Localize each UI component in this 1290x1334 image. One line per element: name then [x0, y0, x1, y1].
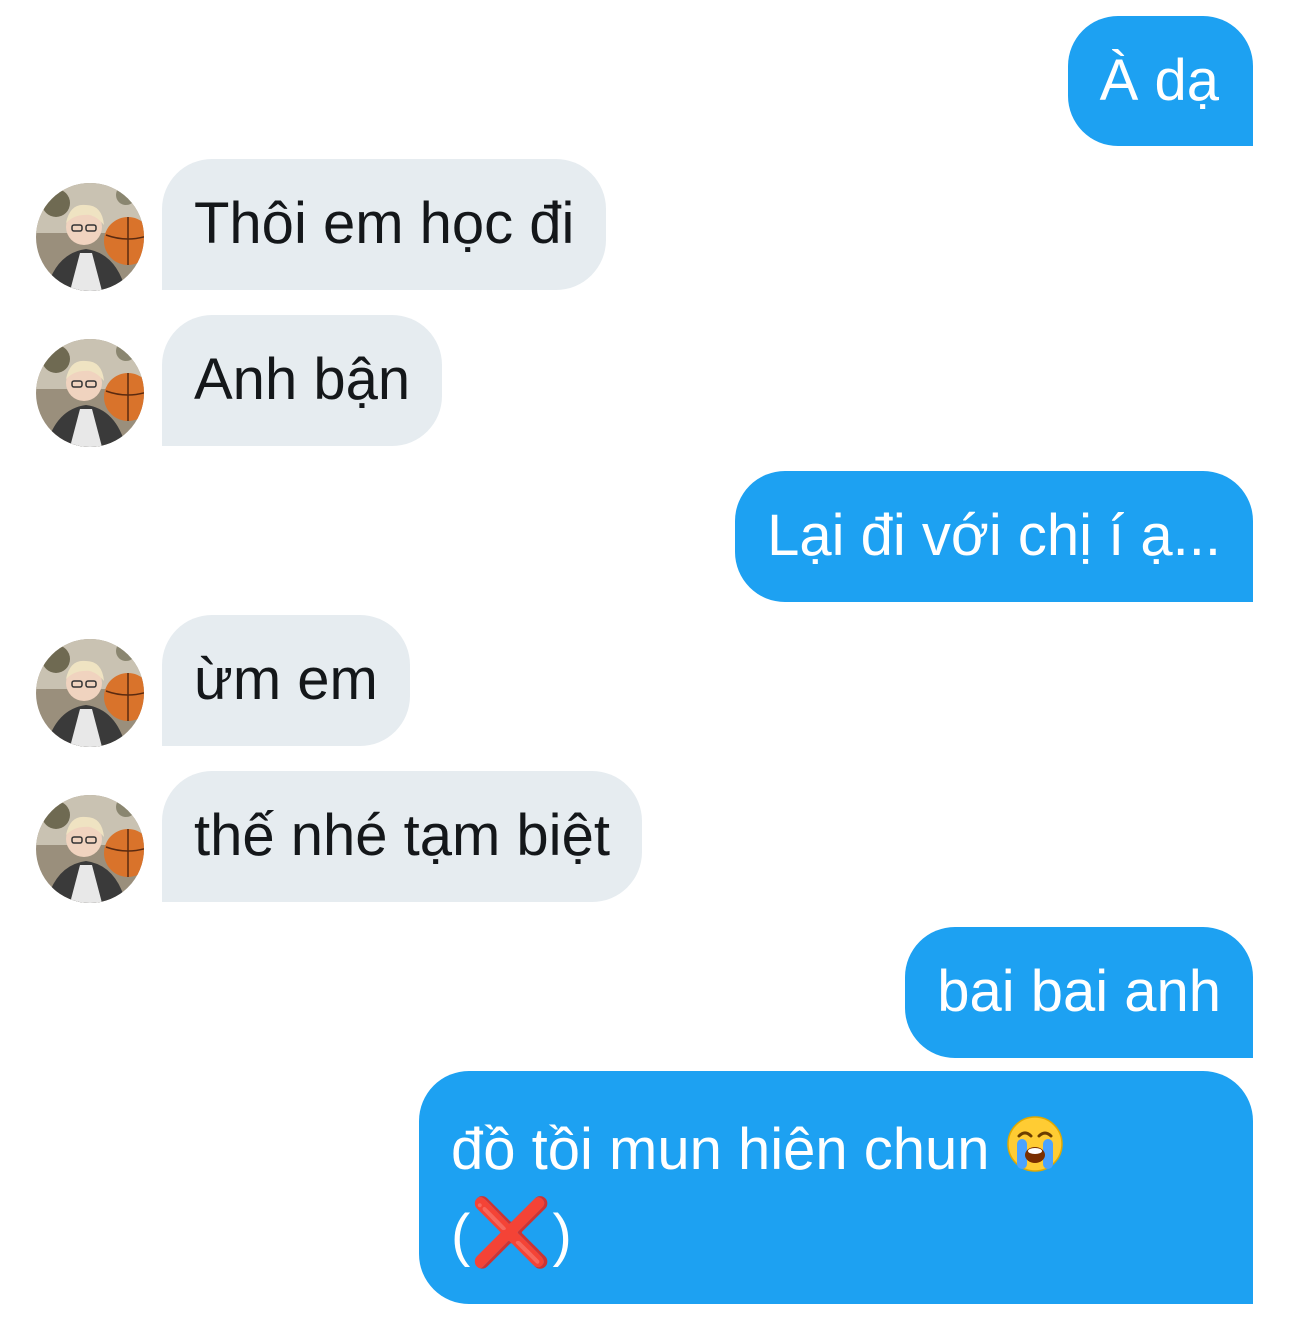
message-bubble-outgoing[interactable]: đồ tồi mun hiên chun (❌)	[419, 1071, 1253, 1304]
message-bubble-outgoing[interactable]: bai bai anh	[905, 927, 1253, 1058]
avatar-photo-icon	[36, 795, 144, 903]
message-text-line: (❌)	[451, 1193, 1221, 1275]
contact-avatar[interactable]	[36, 639, 144, 747]
message-bubble-incoming[interactable]: thế nhé tạm biệt	[162, 771, 642, 902]
avatar-photo-icon	[36, 639, 144, 747]
message-text: (	[451, 1203, 471, 1268]
avatar-photo-icon	[36, 339, 144, 447]
message-bubble-incoming[interactable]: ừm em	[162, 615, 410, 746]
cross-mark-icon: ❌	[470, 1195, 553, 1269]
loudly-crying-face-icon	[1006, 1115, 1064, 1193]
message-text: )	[552, 1203, 572, 1268]
message-text: đồ tồi mun hiên chun	[451, 1117, 990, 1182]
message-bubble-incoming[interactable]: Thôi em học đi	[162, 159, 607, 290]
contact-avatar[interactable]	[36, 339, 144, 447]
avatar-photo-icon	[36, 183, 144, 291]
message-text: bai bai anh	[937, 959, 1221, 1024]
message-text: Thôi em học đi	[194, 191, 575, 256]
message-text: À dạ	[1099, 48, 1219, 113]
contact-avatar[interactable]	[36, 183, 144, 291]
message-bubble-outgoing[interactable]: À dạ	[1067, 16, 1253, 146]
message-text: Anh bận	[194, 347, 411, 412]
message-text: ừm em	[194, 647, 378, 712]
contact-avatar[interactable]	[36, 795, 144, 903]
message-bubble-incoming[interactable]: Anh bận	[162, 315, 443, 446]
message-text-line: đồ tồi mun hiên chun	[451, 1111, 1221, 1193]
message-text: thế nhé tạm biệt	[194, 803, 610, 868]
message-bubble-outgoing[interactable]: Lại đi với chị í ạ...	[735, 471, 1253, 602]
conversation-view: { "messages": [ {"sender": "me", "text":…	[0, 0, 1290, 1334]
message-text: Lại đi với chị í ạ...	[767, 503, 1221, 568]
